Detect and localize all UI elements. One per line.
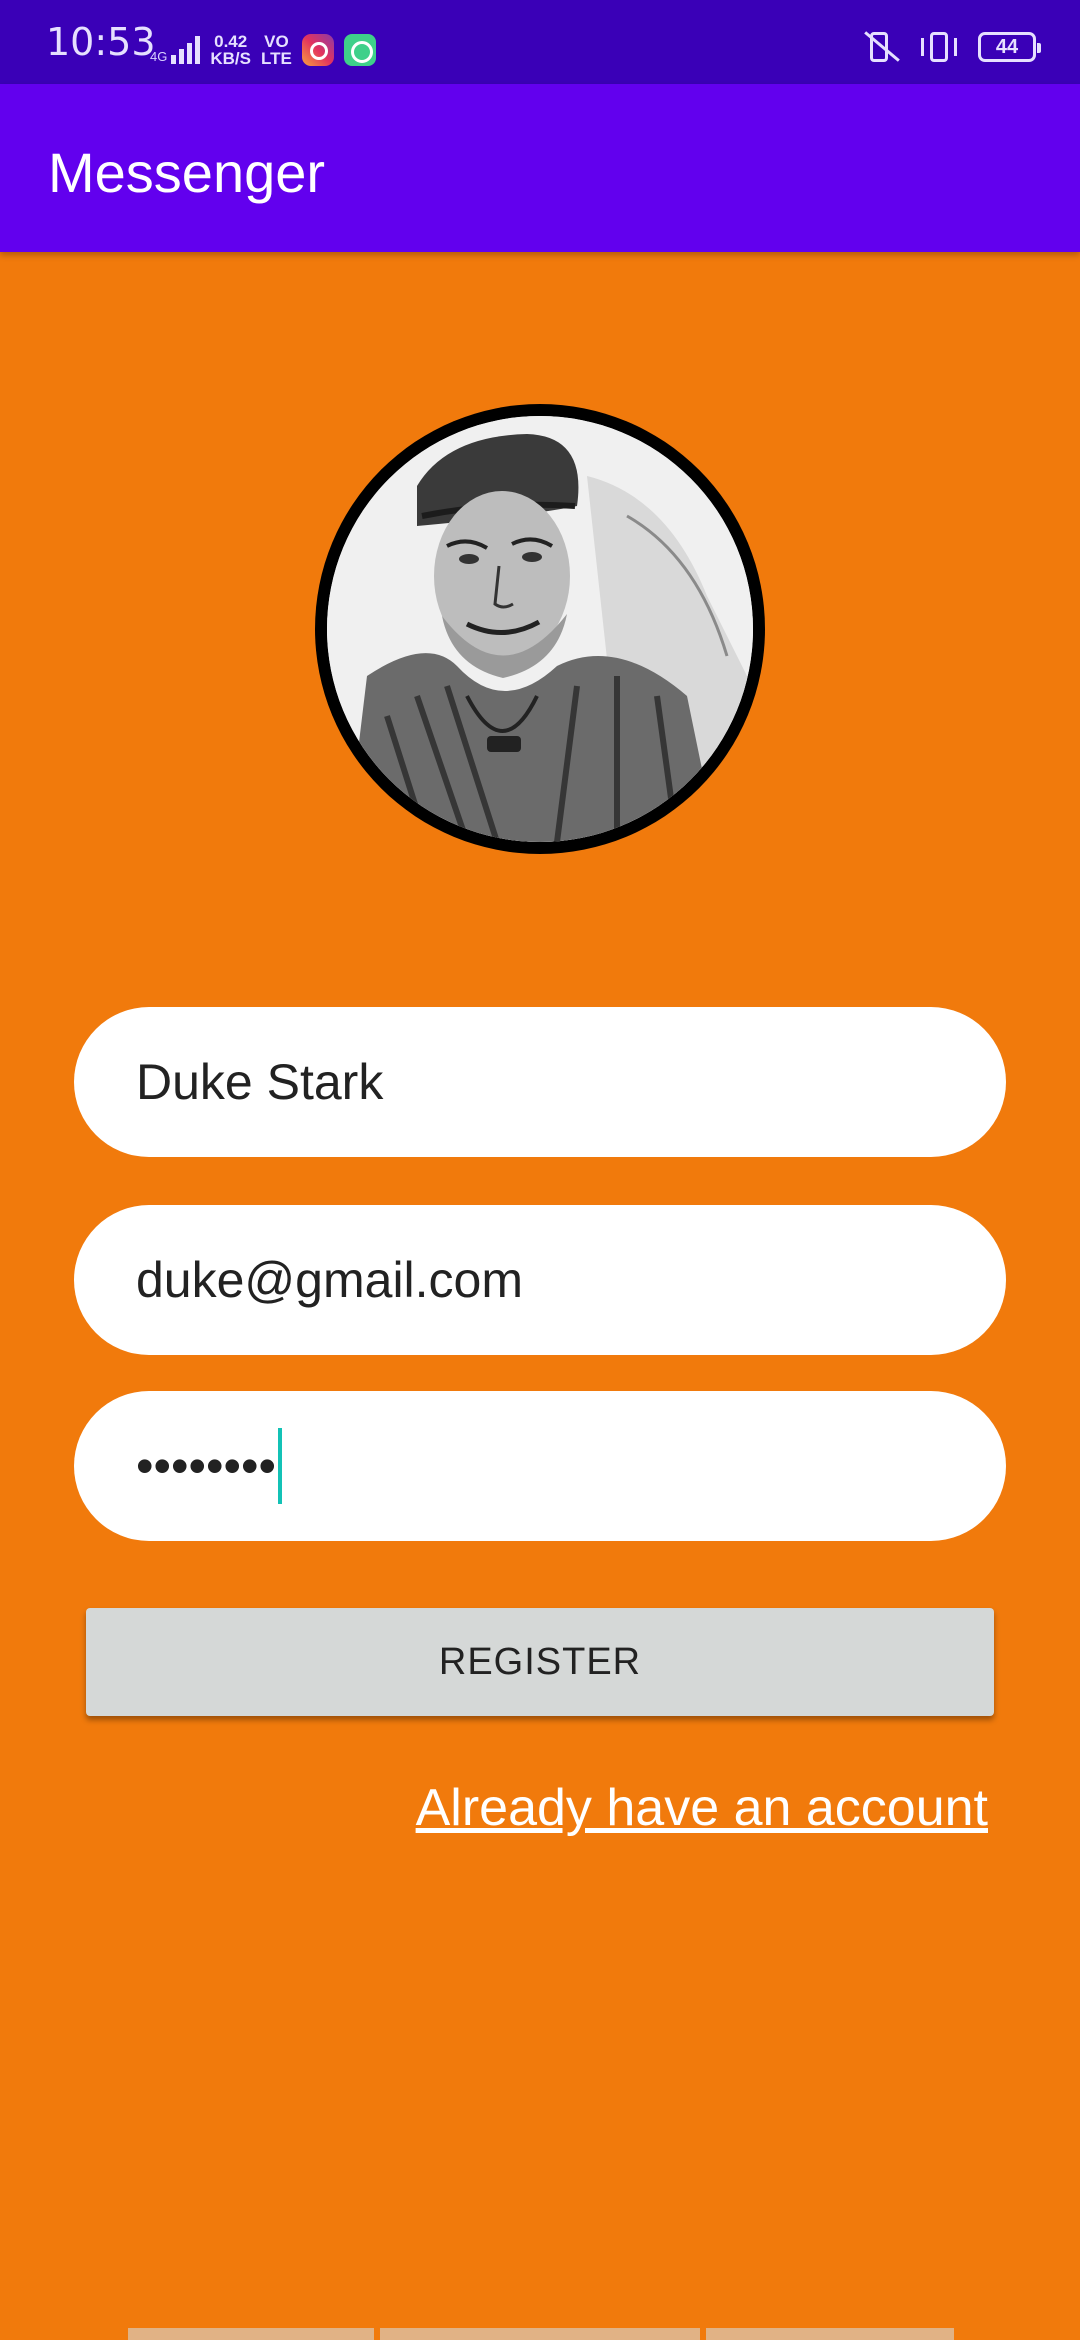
already-have-account-link[interactable]: Already have an account xyxy=(416,1778,988,1838)
status-left-icons: 4G 0.42 KB/S VO LTE xyxy=(150,30,376,70)
network-type-label: 4G xyxy=(150,49,168,64)
nav-segment xyxy=(128,2328,374,2340)
email-field-value: duke@gmail.com xyxy=(136,1252,524,1308)
navigation-bar-hint xyxy=(0,2328,1080,2340)
volte-indicator: VO LTE xyxy=(260,32,292,68)
status-right-icons: 44 xyxy=(860,30,1041,64)
battery-icon: 44 xyxy=(978,32,1041,62)
vibrate-icon xyxy=(918,30,960,64)
text-cursor xyxy=(278,1428,283,1504)
chat-app-icon xyxy=(343,34,376,66)
password-field[interactable]: •••••••• xyxy=(74,1391,1006,1541)
profile-avatar[interactable] xyxy=(315,404,765,854)
email-field[interactable]: duke@gmail.com xyxy=(74,1205,1006,1355)
mute-vibrate-icon xyxy=(860,30,900,64)
nav-segment xyxy=(706,2328,954,2340)
app-title: Messenger xyxy=(48,141,326,204)
status-bar: 10:53 4G 0.42 KB/S VO LTE 44 xyxy=(0,0,1080,84)
status-time: 10:53 xyxy=(46,20,156,64)
register-button[interactable]: REGISTER xyxy=(86,1608,994,1716)
name-field[interactable]: Duke Stark xyxy=(74,1007,1006,1157)
sketch-portrait-icon xyxy=(327,416,753,842)
name-field-value: Duke Stark xyxy=(136,1054,384,1110)
app-bar: Messenger xyxy=(0,84,1080,252)
data-speed-indicator: 0.42 KB/S xyxy=(210,32,251,68)
password-field-value: •••••••• xyxy=(136,1438,277,1494)
nav-segment xyxy=(380,2328,700,2340)
avatar-image xyxy=(327,416,753,842)
signal-icon: 4G xyxy=(150,36,201,64)
instagram-icon xyxy=(301,34,334,66)
